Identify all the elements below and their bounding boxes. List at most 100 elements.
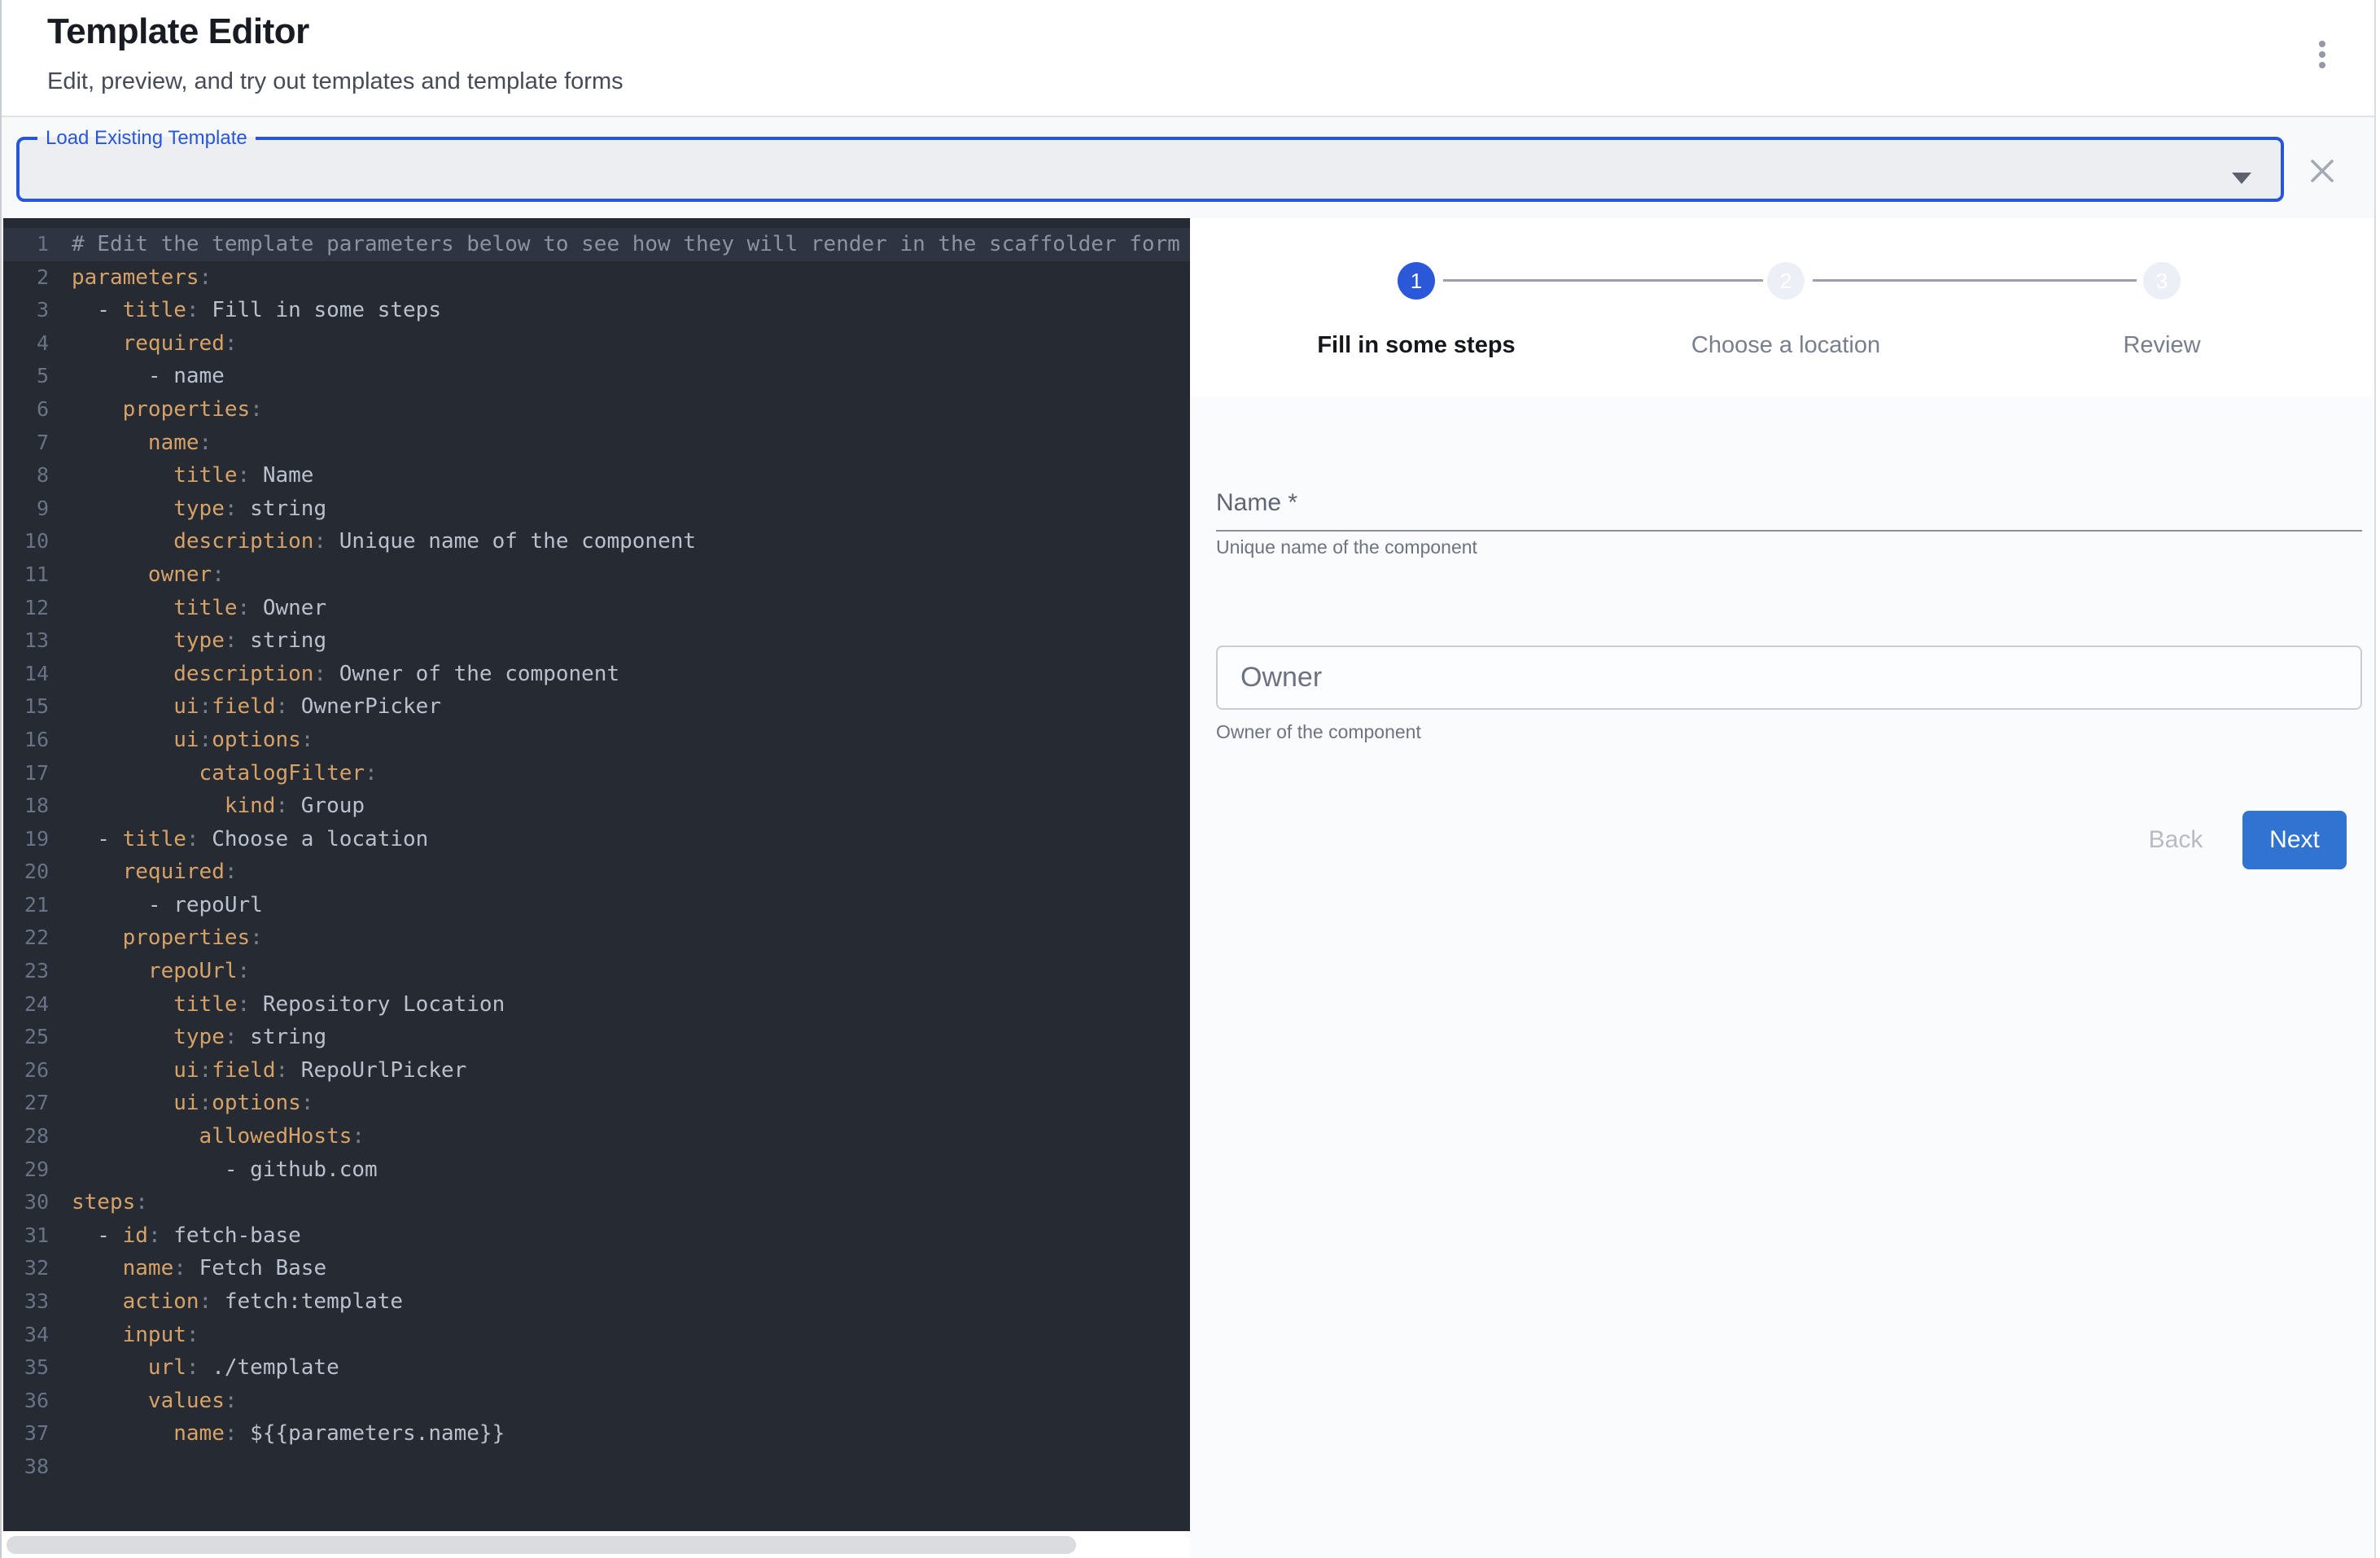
line-content: repoUrl: <box>49 959 250 983</box>
line-number: 38 <box>3 1451 49 1484</box>
code-line[interactable]: 19 - title: Choose a location <box>3 823 1190 856</box>
code-line[interactable]: 11 owner: <box>3 558 1190 592</box>
line-content: properties: <box>49 397 263 422</box>
back-button[interactable]: Back <box>2125 811 2226 869</box>
line-content: description: Unique name of the componen… <box>49 529 696 554</box>
code-line[interactable]: 3 - title: Fill in some steps <box>3 294 1190 327</box>
line-number: 20 <box>3 856 49 889</box>
line-number: 17 <box>3 757 49 790</box>
owner-input[interactable]: Owner <box>1216 646 2362 710</box>
line-content: - name <box>49 364 225 388</box>
close-editor-button[interactable] <box>2303 152 2342 191</box>
code-line[interactable]: 6 properties: <box>3 393 1190 427</box>
kebab-menu-button[interactable] <box>2300 36 2344 80</box>
code-line[interactable]: 37 name: ${{parameters.name}} <box>3 1417 1190 1451</box>
line-content: name: <box>49 431 212 455</box>
line-content: steps: <box>49 1190 148 1214</box>
code-line[interactable]: 25 type: string <box>3 1021 1190 1054</box>
code-line[interactable]: 12 title: Owner <box>3 592 1190 625</box>
line-content: ui:field: OwnerPicker <box>49 694 441 719</box>
code-line[interactable]: 14 description: Owner of the component <box>3 658 1190 691</box>
line-content: - title: Fill in some steps <box>49 298 441 322</box>
line-number: 24 <box>3 988 49 1022</box>
line-number: 9 <box>3 492 49 526</box>
line-content: - repoUrl <box>49 893 263 917</box>
line-number: 13 <box>3 624 49 658</box>
line-content: - title: Choose a location <box>49 827 428 851</box>
code-line[interactable]: 33 action: fetch:template <box>3 1285 1190 1319</box>
code-line[interactable]: 4 required: <box>3 327 1190 361</box>
code-line[interactable]: 15 ui:field: OwnerPicker <box>3 690 1190 724</box>
code-line[interactable]: 30steps: <box>3 1186 1190 1219</box>
form-preview-panel: 1 2 3 Fill in some steps Choose a locati… <box>1190 218 2374 1558</box>
vertical-scrollbar-gutter <box>2374 0 2380 1558</box>
name-input-underline <box>1216 530 2362 532</box>
line-content: kind: Group <box>49 794 365 818</box>
stepper: 1 2 3 Fill in some steps Choose a locati… <box>1190 218 2374 396</box>
line-number: 5 <box>3 360 49 393</box>
code-line[interactable]: 29 - github.com <box>3 1153 1190 1187</box>
line-content: type: string <box>49 497 326 521</box>
line-number: 6 <box>3 393 49 427</box>
code-line[interactable]: 13 type: string <box>3 624 1190 658</box>
line-number: 36 <box>3 1385 49 1418</box>
step-number: 2 <box>1780 269 1792 294</box>
name-input-label: Name * <box>1216 489 2362 517</box>
horizontal-scrollbar-thumb[interactable] <box>7 1536 1076 1554</box>
line-content: action: fetch:template <box>49 1289 403 1314</box>
code-editor[interactable]: 1# Edit the template parameters below to… <box>3 218 1190 1531</box>
line-number: 19 <box>3 823 49 856</box>
line-number: 31 <box>3 1219 49 1253</box>
code-line[interactable]: 31 - id: fetch-base <box>3 1219 1190 1253</box>
name-input[interactable]: Name * <box>1216 489 2362 532</box>
code-line[interactable]: 2parameters: <box>3 261 1190 295</box>
owner-input-label: Owner <box>1240 662 1322 694</box>
code-line[interactable]: 20 required: <box>3 856 1190 889</box>
line-number: 1 <box>3 228 49 261</box>
step-circle-2: 2 <box>1767 262 1805 300</box>
line-number: 14 <box>3 658 49 691</box>
step-label-1: Fill in some steps <box>1317 332 1515 359</box>
line-content: parameters: <box>49 265 212 290</box>
code-line[interactable]: 22 properties: <box>3 921 1190 955</box>
line-content: allowedHosts: <box>49 1124 365 1149</box>
line-content: name: ${{parameters.name}} <box>49 1421 505 1446</box>
code-line[interactable]: 9 type: string <box>3 492 1190 526</box>
step-number: 3 <box>2156 269 2168 294</box>
line-content <box>49 1455 72 1479</box>
code-line[interactable]: 7 name: <box>3 427 1190 460</box>
line-content: - id: fetch-base <box>49 1223 301 1248</box>
code-line[interactable]: 35 url: ./template <box>3 1351 1190 1385</box>
code-line[interactable]: 16 ui:options: <box>3 724 1190 757</box>
line-content: type: string <box>49 628 326 653</box>
code-line[interactable]: 18 kind: Group <box>3 790 1190 823</box>
line-content: required: <box>49 860 238 884</box>
code-line[interactable]: 36 values: <box>3 1385 1190 1418</box>
code-line[interactable]: 21 - repoUrl <box>3 889 1190 922</box>
kebab-menu-icon <box>2317 40 2328 77</box>
line-number: 2 <box>3 261 49 295</box>
line-number: 27 <box>3 1087 49 1120</box>
code-line[interactable]: 8 title: Name <box>3 459 1190 492</box>
next-button[interactable]: Next <box>2242 811 2347 869</box>
code-line[interactable]: 28 allowedHosts: <box>3 1120 1190 1153</box>
code-line[interactable]: 10 description: Unique name of the compo… <box>3 525 1190 558</box>
code-line[interactable]: 23 repoUrl: <box>3 955 1190 988</box>
line-number: 32 <box>3 1252 49 1285</box>
code-line[interactable]: 38 <box>3 1451 1190 1484</box>
code-line[interactable]: 5 - name <box>3 360 1190 393</box>
code-line[interactable]: 34 input: <box>3 1319 1190 1352</box>
line-content: title: Owner <box>49 596 326 620</box>
code-line[interactable]: 27 ui:options: <box>3 1087 1190 1120</box>
code-line[interactable]: 32 name: Fetch Base <box>3 1252 1190 1285</box>
code-line[interactable]: 1# Edit the template parameters below to… <box>3 228 1190 261</box>
step-circle-1: 1 <box>1398 262 1435 300</box>
line-number: 33 <box>3 1285 49 1319</box>
line-content: title: Repository Location <box>49 992 505 1017</box>
load-template-select[interactable]: Load Existing Template <box>16 127 2284 202</box>
code-line[interactable]: 17 catalogFilter: <box>3 757 1190 790</box>
horizontal-scrollbar-track[interactable] <box>3 1531 1190 1558</box>
code-line[interactable]: 26 ui:field: RepoUrlPicker <box>3 1054 1190 1088</box>
line-number: 12 <box>3 592 49 625</box>
code-line[interactable]: 24 title: Repository Location <box>3 988 1190 1022</box>
